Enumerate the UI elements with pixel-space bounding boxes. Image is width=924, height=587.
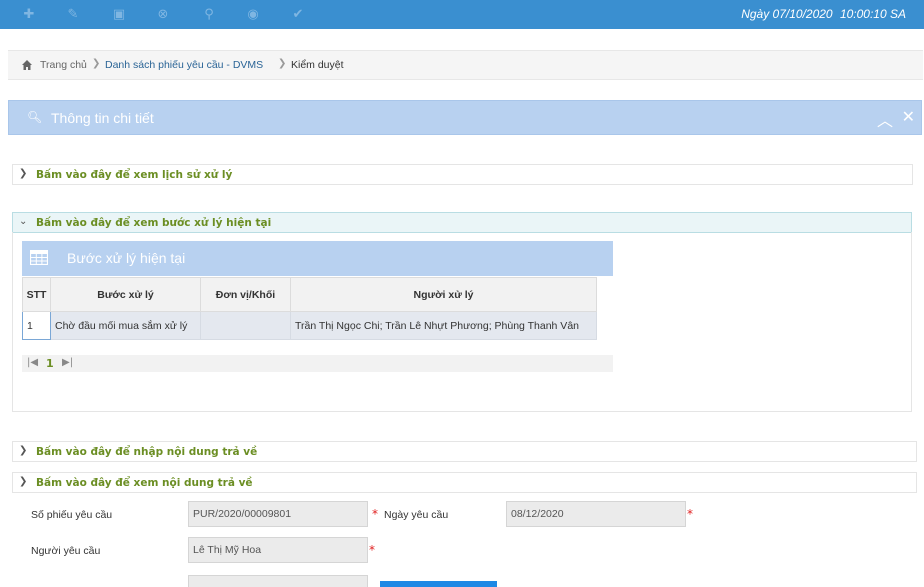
chevron-right-icon: ❯	[19, 476, 28, 487]
column-header-step[interactable]: Bước xử lý	[50, 277, 201, 312]
approve-icon[interactable]: ✔	[289, 6, 307, 24]
last-page-icon[interactable]: ▶|	[62, 357, 73, 368]
step-grid-table: STT Bước xử lý Đơn vị/Khối Người xử lý 1…	[22, 277, 597, 340]
search-icon: 🔍︎	[27, 110, 43, 124]
cell-step: Chờ đầu mối mua sắm xử lý	[50, 311, 201, 340]
detail-panel-header: 🔍︎ Thông tin chi tiết ︿ ✕	[8, 100, 922, 135]
accordion-history-label[interactable]: Bấm vào đây để xem lịch sử xử lý	[36, 169, 232, 181]
column-header-stt[interactable]: STT	[22, 277, 51, 312]
home-icon[interactable]	[21, 59, 33, 71]
action-button[interactable]	[380, 581, 497, 587]
chevron-down-icon: ⌄	[19, 216, 28, 227]
column-header-handler[interactable]: Người xử lý	[290, 277, 597, 312]
detail-panel-title: Thông tin chi tiết	[51, 110, 154, 126]
column-header-unit[interactable]: Đơn vị/Khối	[200, 277, 291, 312]
cell-stt: 1	[22, 311, 51, 340]
cancel-icon[interactable]: ⊗	[154, 6, 172, 24]
request-date-label: Ngày yêu cầu	[384, 509, 449, 521]
accordion-enter-return[interactable]: ❯ Bấm vào đây để nhập nội dung trả về	[12, 441, 917, 462]
accordion-view-return[interactable]: ❯ Bấm vào đây để xem nội dung trả về	[12, 472, 917, 493]
chevron-right-icon: ❯	[19, 445, 28, 456]
date-label: Ngày 07/10/2020	[741, 7, 833, 21]
page-number[interactable]: 1	[46, 357, 54, 370]
top-toolbar: ✚ ✎ ▣ ⊗ ⚲ ◉ ✔ Ngày 07/10/2020 10:00:10 S…	[0, 0, 924, 29]
breadcrumb-separator-icon: ❯	[278, 58, 287, 69]
view-icon[interactable]: ◉	[244, 6, 262, 24]
requester-field[interactable]: Lê Thị Mỹ Hoa	[188, 537, 368, 563]
breadcrumb-separator-icon: ❯	[92, 58, 101, 69]
requester-label: Người yêu cầu	[31, 545, 101, 557]
partial-field[interactable]	[188, 575, 368, 587]
pager: |◀ 1 ▶|	[22, 355, 613, 372]
accordion-current-step[interactable]: ⌄ Bấm vào đây để xem bước xử lý hiện tại	[12, 212, 912, 233]
accordion-current-step-label[interactable]: Bấm vào đây để xem bước xử lý hiện tại	[36, 217, 271, 229]
first-page-icon[interactable]: |◀	[27, 357, 38, 368]
breadcrumb: Trang chủ ❯ Danh sách phiếu yêu cầu - DV…	[8, 50, 923, 80]
breadcrumb-request-list[interactable]: Danh sách phiếu yêu cầu - DVMS	[105, 59, 263, 71]
accordion-enter-return-label[interactable]: Bấm vào đây để nhập nội dung trả về	[36, 446, 257, 458]
table-header-row: STT Bước xử lý Đơn vị/Khối Người xử lý	[22, 277, 597, 312]
request-date-field[interactable]: 08/12/2020	[506, 501, 686, 527]
accordion-view-return-label[interactable]: Bấm vào đây để xem nội dung trả về	[36, 477, 253, 489]
accordion-history[interactable]: ❯ Bấm vào đây để xem lịch sử xử lý	[12, 164, 913, 185]
time-label: 10:00:10 SA	[839, 7, 906, 21]
breadcrumb-home[interactable]: Trang chủ	[40, 59, 87, 71]
collapse-icon[interactable]: ︿	[877, 107, 893, 131]
cell-unit	[200, 311, 291, 340]
table-icon	[30, 250, 48, 265]
required-mark: *	[687, 507, 693, 521]
request-no-label: Số phiếu yêu cầu	[31, 509, 113, 521]
table-row[interactable]: 1 Chờ đầu mối mua sắm xử lý Trần Thị Ngọ…	[22, 311, 597, 340]
search-icon[interactable]: ⚲	[200, 6, 218, 24]
cell-handler: Trần Thị Ngọc Chi; Trần Lê Nhựt Phương; …	[290, 311, 597, 340]
add-icon[interactable]: ✚	[20, 6, 38, 24]
edit-icon[interactable]: ✎	[64, 6, 82, 24]
current-datetime: Ngày 07/10/2020 10:00:10 SA	[737, 7, 906, 21]
request-no-field[interactable]: PUR/2020/00009801	[188, 501, 368, 527]
step-grid-header: Bước xử lý hiện tại	[22, 241, 613, 276]
required-mark: *	[372, 507, 378, 521]
close-icon[interactable]: ✕	[902, 107, 915, 126]
step-grid-title: Bước xử lý hiện tại	[67, 250, 186, 266]
save-icon[interactable]: ▣	[110, 6, 128, 24]
required-mark: *	[369, 543, 375, 557]
chevron-right-icon: ❯	[19, 168, 28, 179]
breadcrumb-current: Kiểm duyệt	[291, 59, 344, 71]
